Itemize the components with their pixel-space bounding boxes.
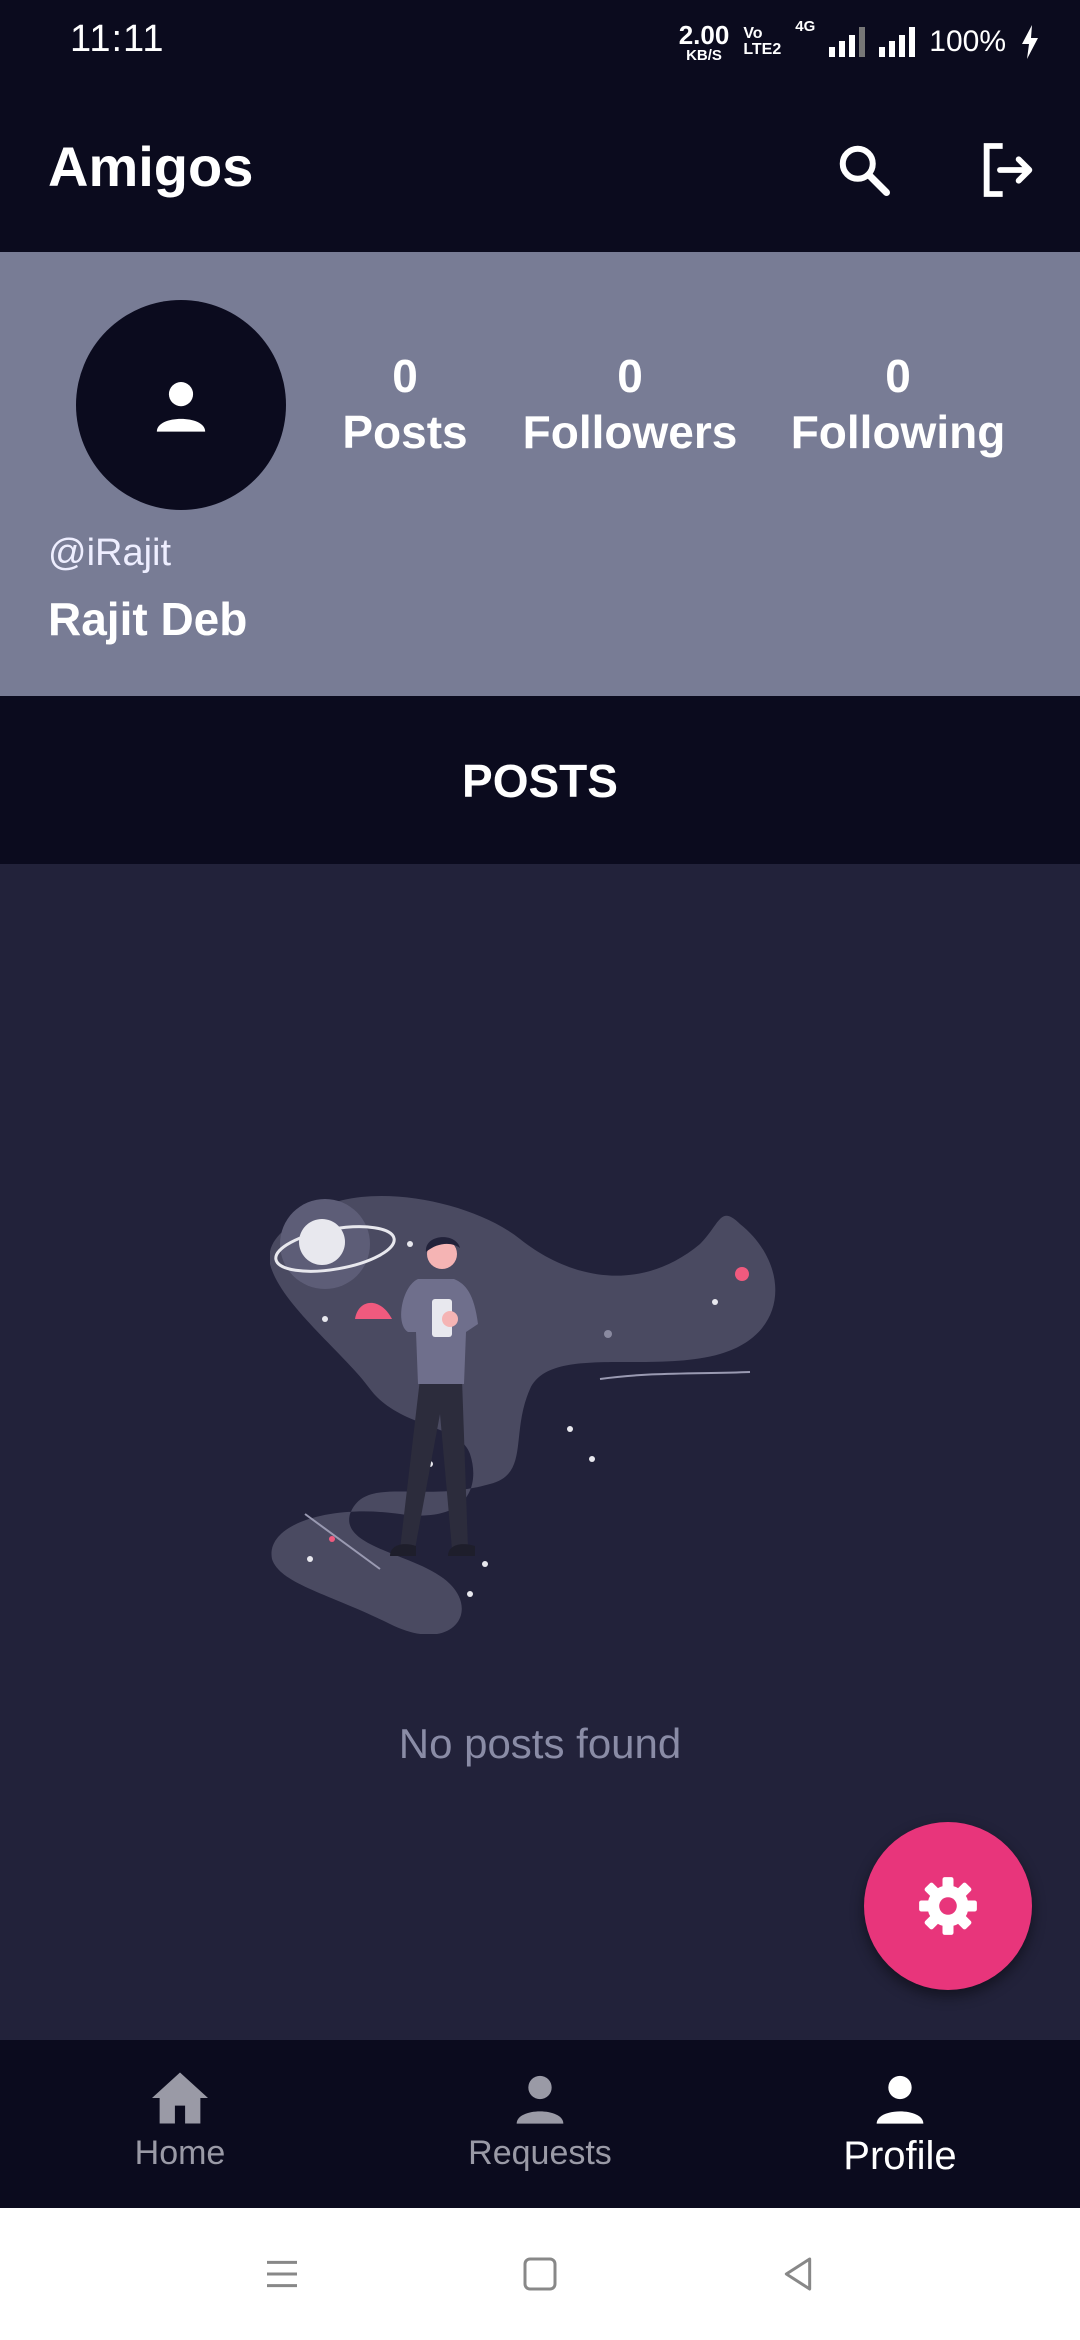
person-icon (156, 382, 206, 432)
signal-icon (829, 27, 866, 57)
stat-following-value: 0 (885, 350, 911, 402)
nav-item-requests[interactable]: Requests (360, 2040, 720, 2208)
net-speed-value: 2.00 (678, 19, 730, 50)
home-icon (152, 2072, 208, 2124)
app-title: Amigos (48, 135, 254, 198)
gear-icon (919, 1877, 977, 1935)
search-button[interactable] (822, 128, 906, 212)
net-speed-unit: KB/S (686, 46, 722, 64)
stat-posts-value: 0 (392, 350, 418, 402)
nav-label-requests: Requests (468, 2134, 612, 2172)
empty-state-message: No posts found (398, 1720, 682, 1767)
nav-item-home[interactable]: Home (0, 2040, 360, 2208)
stat-followers-value: 0 (617, 350, 643, 402)
net-speed: 2.00 KB/S (679, 22, 730, 63)
profile-header: 0 Posts 0 Followers 0 Following @iRajit … (0, 252, 1080, 696)
battery-level: 100% (929, 25, 1006, 58)
status-time: 11:11 (70, 18, 165, 60)
volte-bottom: LTE2 (743, 41, 782, 58)
system-nav-bar (0, 2208, 1080, 2340)
stat-posts-label: Posts (342, 406, 468, 459)
network-type: 4G (795, 18, 816, 35)
stat-posts[interactable]: 0 Posts (330, 348, 480, 460)
display-name: Rajit Deb (48, 593, 248, 645)
stat-following[interactable]: 0 Following (780, 348, 1016, 460)
nav-label-home: Home (134, 2134, 226, 2172)
home-system-button[interactable] (510, 2244, 570, 2304)
recents-button[interactable] (252, 2244, 312, 2304)
stat-followers[interactable]: 0 Followers (514, 348, 746, 460)
logout-button[interactable] (966, 128, 1050, 212)
person-icon (876, 2075, 924, 2124)
avatar[interactable] (76, 300, 286, 510)
bottom-nav: Home Requests Profile (0, 2040, 1080, 2208)
status-icons: 2.00 KB/S Vo LTE2 4G 100% (679, 18, 1040, 66)
stat-followers-label: Followers (522, 406, 738, 459)
logout-icon (983, 143, 1033, 197)
square-icon (523, 2257, 557, 2291)
volte-indicator: Vo LTE2 (743, 26, 781, 58)
tab-posts[interactable]: POSTS (0, 754, 1080, 808)
stat-following-label: Following (790, 406, 1006, 459)
signal-icon-2 (879, 27, 916, 57)
menu-icon (267, 2260, 297, 2288)
person-icon (516, 2075, 564, 2124)
back-button[interactable] (768, 2244, 828, 2304)
settings-fab[interactable] (864, 1822, 1032, 1990)
volte-top: Vo (743, 25, 763, 42)
tab-bar: POSTS (0, 696, 1080, 864)
username: @iRajit (48, 532, 172, 574)
status-bar: 11:11 2.00 KB/S Vo LTE2 4G 100% (0, 0, 1080, 84)
nav-label-profile: Profile (843, 2134, 957, 2178)
search-icon (839, 145, 890, 196)
app-bar: Amigos (0, 84, 1080, 252)
posts-area: No posts found (0, 864, 1080, 2040)
back-triangle-icon (784, 2257, 812, 2291)
empty-state-illustration (270, 1195, 776, 1634)
charging-icon (1022, 25, 1038, 59)
nav-item-profile[interactable]: Profile (720, 2040, 1080, 2208)
